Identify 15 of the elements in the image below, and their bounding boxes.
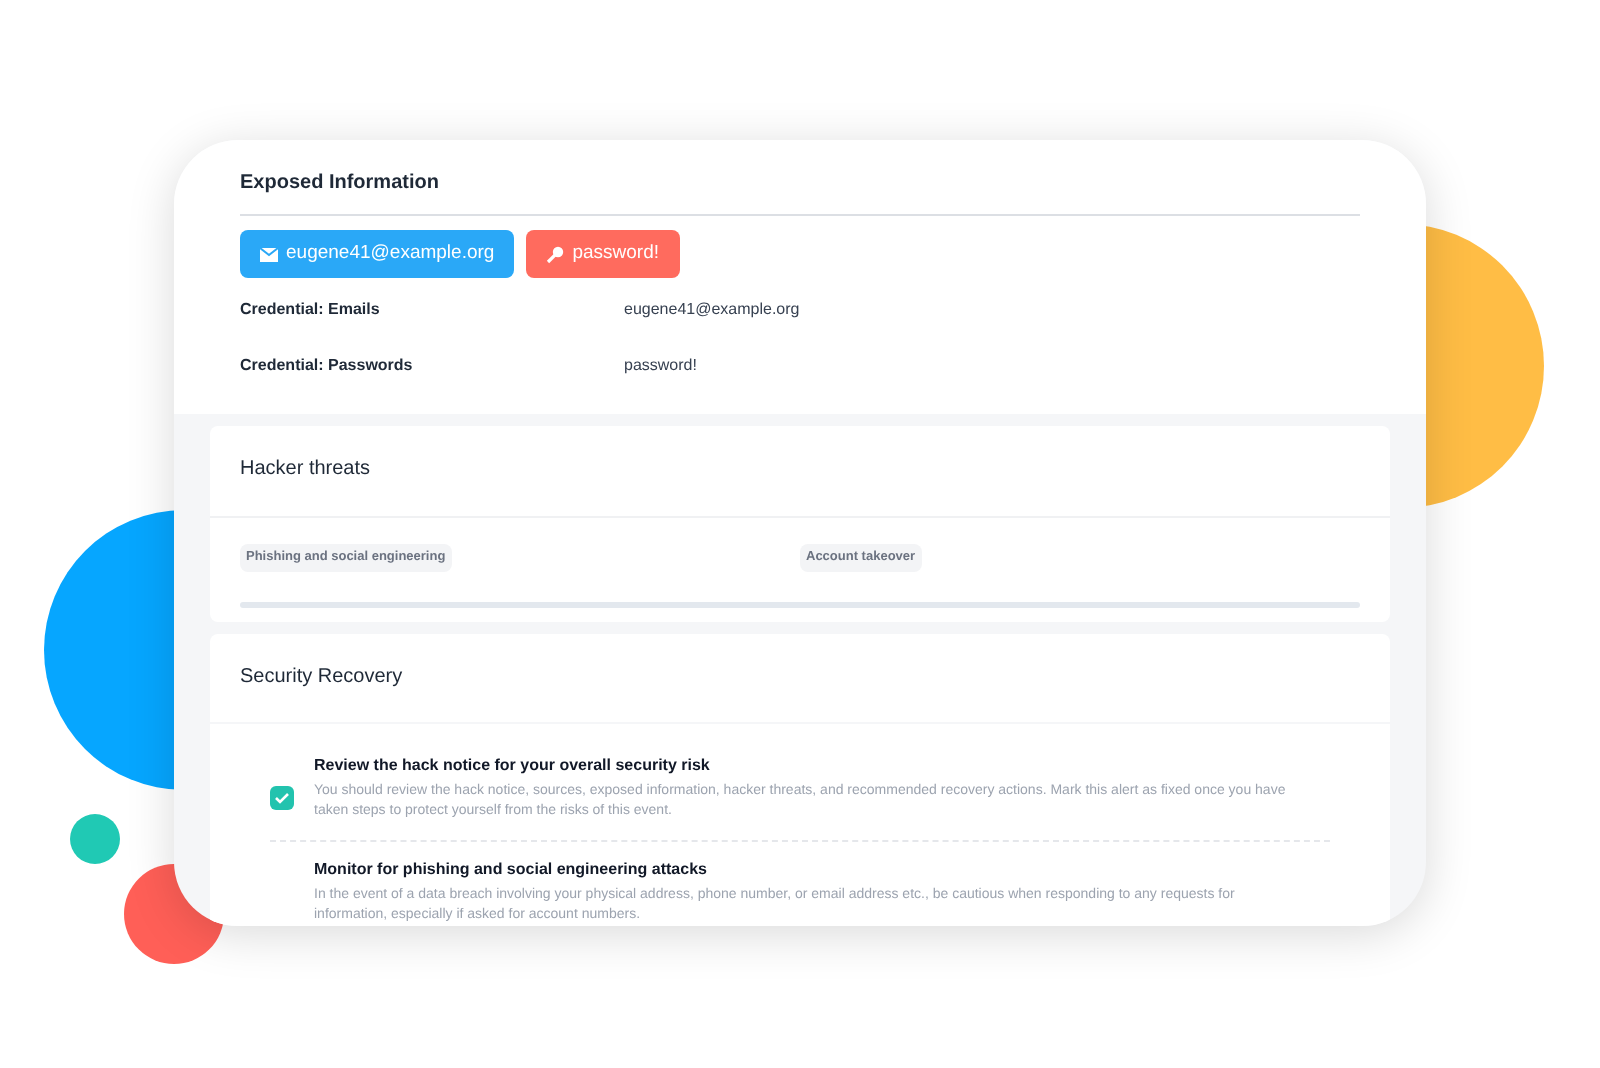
- field-value: eugene41@example.org: [624, 298, 802, 322]
- item-title: Monitor for phishing and social engineering attacks: [314, 857, 709, 882]
- field-value: password!: [624, 354, 699, 378]
- section-title: Hacker threats: [210, 426, 1390, 518]
- item-title: Review the hack notice for your overall security risk: [314, 753, 712, 778]
- envelope-icon: [260, 247, 278, 261]
- credential-chip[interactable]: password!: [526, 230, 680, 278]
- field-label: Credential: Emails: [240, 298, 382, 322]
- credential-chip[interactable]: eugene41@example.org: [240, 230, 515, 278]
- checkmark-icon: [274, 791, 290, 804]
- checkbox[interactable]: [270, 785, 294, 810]
- section-title: Exposed Information: [240, 168, 1360, 216]
- field-label: Credential: Passwords: [240, 354, 415, 378]
- key-icon: [546, 245, 565, 263]
- section-title: Security Recovery: [210, 633, 1390, 724]
